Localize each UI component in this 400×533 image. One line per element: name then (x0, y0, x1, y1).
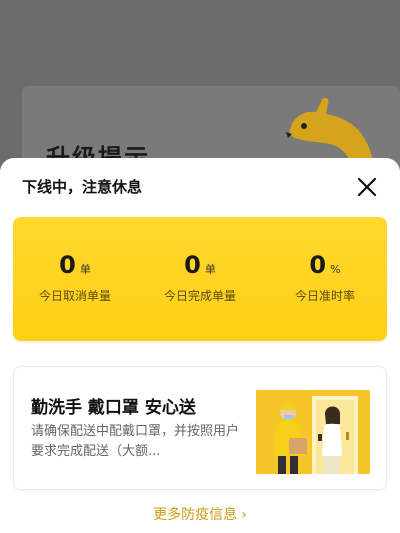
sheet-title: 下线中，注意休息 (22, 178, 143, 196)
close-icon[interactable] (356, 176, 378, 198)
stat-value: 0 (59, 251, 76, 279)
stat-label: 今日准时率 (294, 289, 355, 303)
offline-bottom-sheet: 下线中，注意休息 0 单 今日取消单量 0 单 今日完成单量 0 % 今日准时率 (0, 158, 400, 533)
info-card-description: 请确保配送中配戴口罩，并按照用户要求完成配送（大额... (31, 424, 240, 459)
stat-unit: 单 (79, 263, 91, 276)
stat-value: 0 (309, 251, 327, 279)
stat-completed-orders: 0 单 今日完成单量 (138, 251, 262, 304)
epidemic-prevention-card[interactable]: 勤洗手 戴口罩 安心送 请确保配送中配戴口罩，并按照用户要求完成配送（大额... (13, 366, 387, 490)
sheet-header: 下线中，注意休息 (0, 158, 400, 214)
stat-label: 今日完成单量 (163, 289, 236, 303)
stat-on-time-rate: 0 % 今日准时率 (263, 251, 387, 304)
stat-label: 今日取消单量 (38, 289, 111, 303)
stat-value: 0 (184, 251, 201, 279)
more-link-label: 更多防疫信息 (153, 507, 238, 523)
stat-unit: % (330, 263, 341, 276)
chevron-right-icon: › (241, 507, 247, 523)
today-stats-card: 0 单 今日取消单量 0 单 今日完成单量 0 % 今日准时率 (13, 217, 387, 341)
info-card-title: 勤洗手 戴口罩 安心送 (31, 398, 196, 418)
delivery-illustration (256, 390, 370, 474)
stat-cancelled-orders: 0 单 今日取消单量 (13, 251, 137, 304)
stat-unit: 单 (204, 263, 216, 276)
more-prevention-info-link[interactable]: 更多防疫信息 › (0, 504, 400, 524)
